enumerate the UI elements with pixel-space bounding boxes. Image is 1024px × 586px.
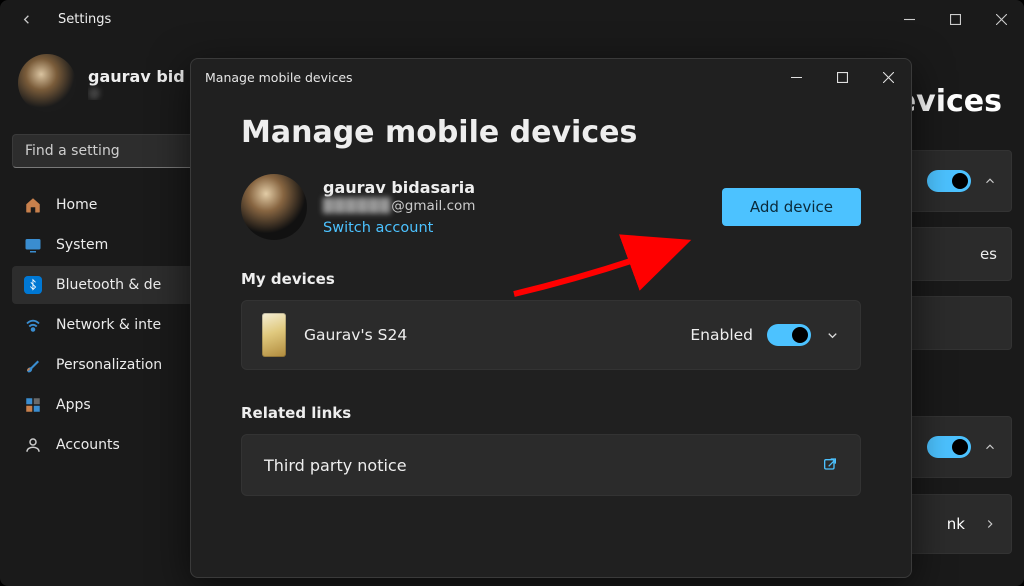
profile-name: gaurav bid [88,67,185,86]
chevron-up-icon [983,440,997,454]
sidebar-item-label: Network & inte [56,317,161,333]
add-device-button[interactable]: Add device [722,188,861,226]
device-name: Gaurav's S24 [304,326,407,344]
settings-app-title: Settings [58,12,886,27]
wifi-icon [24,316,42,334]
minimize-icon[interactable] [773,59,819,95]
account-email-hidden: ██████ [323,197,391,216]
bg-card-label: nk [947,515,965,533]
close-icon[interactable] [865,59,911,95]
related-links-label: Related links [241,404,861,422]
device-toggle[interactable] [767,324,811,346]
external-link-icon [822,457,838,473]
sidebar-item-label: Home [56,197,97,213]
chevron-up-icon [983,174,997,188]
bg-card-toggle-1[interactable] [902,150,1012,212]
chevron-right-icon [983,517,997,531]
dialog-heading: Manage mobile devices [241,115,861,150]
system-icon [24,236,42,254]
bg-card-toggle-4[interactable] [902,416,1012,478]
my-devices-label: My devices [241,270,861,288]
toggle-icon[interactable] [927,170,971,192]
sidebar-item-label: System [56,237,108,253]
phone-icon [262,313,286,357]
link-label: Third party notice [264,456,407,475]
bg-card-3[interactable] [902,296,1012,350]
switch-account-link[interactable]: Switch account [323,220,475,236]
brush-icon [24,356,42,374]
minimize-icon[interactable] [886,0,932,38]
device-card[interactable]: Gaurav's S24 Enabled [241,300,861,370]
sidebar-item-label: Apps [56,397,91,413]
settings-titlebar: Settings [0,0,1024,38]
avatar [241,174,307,240]
manage-devices-dialog: Manage mobile devices Manage mobile devi… [190,58,912,578]
home-icon [24,196,42,214]
window-controls-settings [886,0,1024,38]
account-name: gaurav bidasaria [323,178,475,197]
maximize-icon[interactable] [932,0,978,38]
account-email-domain: @gmail.com [391,197,475,216]
bg-card-label: es [980,245,997,263]
apps-icon [24,396,42,414]
account-row: gaurav bidasaria ██████ @gmail.com Switc… [241,174,861,240]
device-status: Enabled [690,326,753,344]
back-icon[interactable] [16,9,36,29]
sidebar-item-label: Personalization [56,357,162,373]
dialog-titlebar: Manage mobile devices [191,59,911,95]
toggle-icon[interactable] [927,436,971,458]
bg-card-5[interactable]: nk [902,494,1012,554]
window-controls-dialog [773,59,911,95]
profile-email-hidden: @ [88,86,185,100]
bluetooth-icon [24,276,42,294]
sidebar-item-label: Accounts [56,437,120,453]
close-icon[interactable] [978,0,1024,38]
maximize-icon[interactable] [819,59,865,95]
search-placeholder: Find a setting [25,143,120,159]
avatar [18,54,76,112]
third-party-notice-link[interactable]: Third party notice [241,434,861,496]
bg-card-2[interactable]: es [902,227,1012,281]
dialog-window-title: Manage mobile devices [205,70,353,85]
sidebar-item-label: Bluetooth & de [56,277,161,293]
chevron-down-icon[interactable] [825,328,840,343]
person-icon [24,436,42,454]
